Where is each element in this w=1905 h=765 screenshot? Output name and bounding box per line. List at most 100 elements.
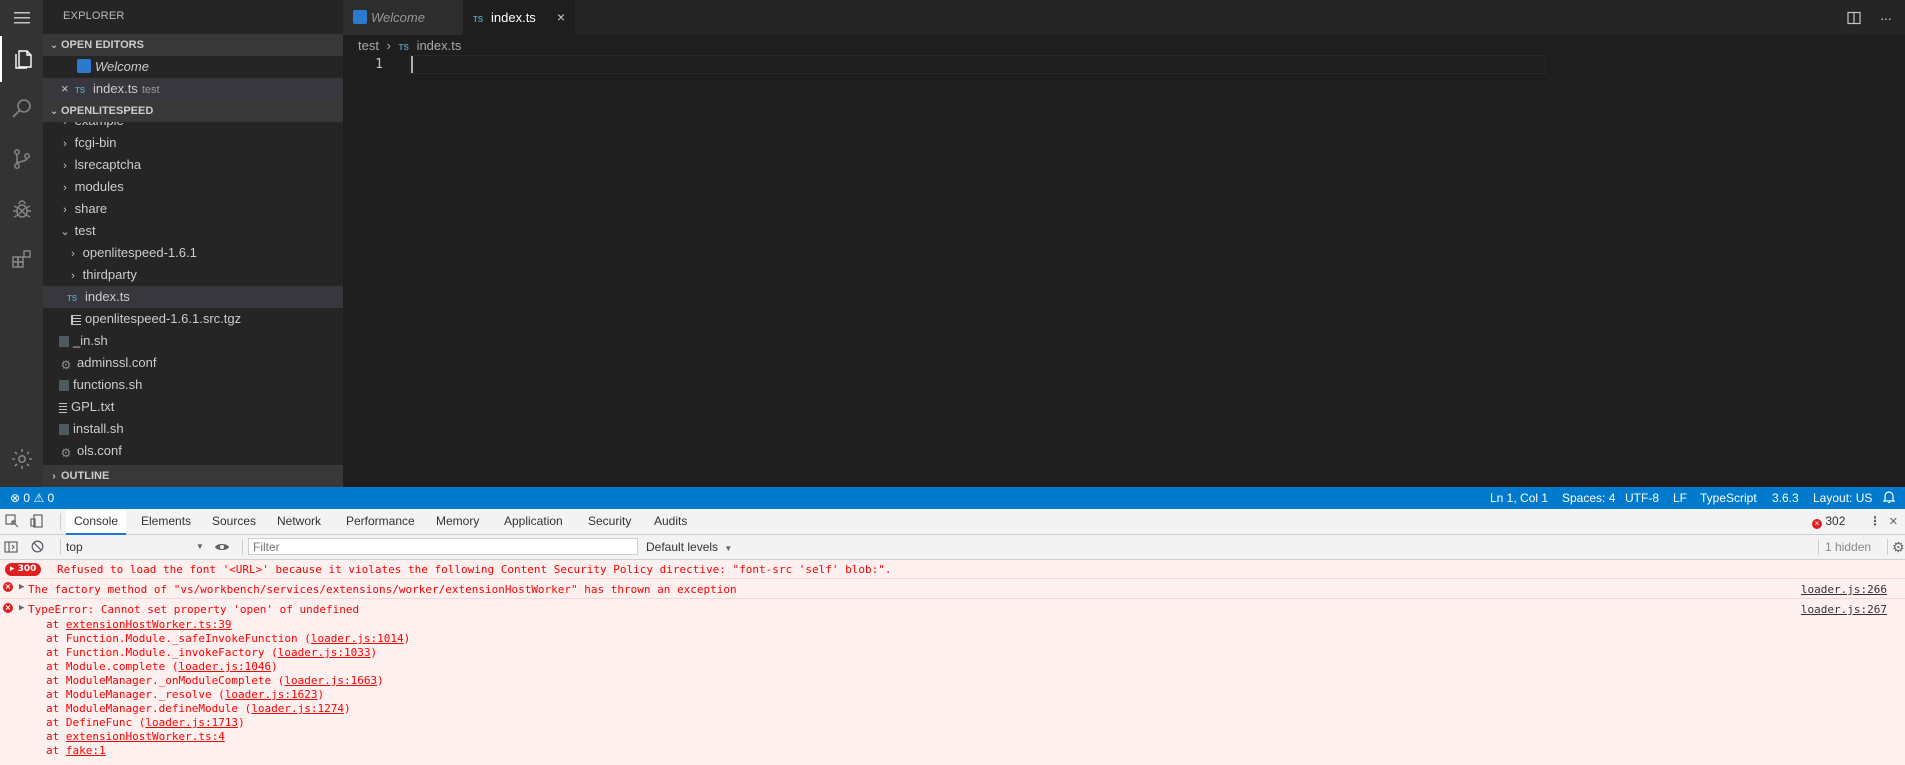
eye-icon[interactable] [214, 535, 230, 559]
tree-item-test[interactable]: ⌄ test [43, 220, 343, 242]
close-icon[interactable]: × [1889, 509, 1898, 534]
tree-item-modules[interactable]: › modules [43, 176, 343, 198]
split-editor-icon[interactable] [1846, 0, 1862, 35]
error-icon: × [3, 603, 13, 613]
source-link[interactable]: loader.js:267 [1801, 603, 1887, 616]
tree-item-adminssl-conf[interactable]: ⚙ adminssl.conf [43, 352, 343, 374]
stack-link[interactable]: extensionHostWorker.ts:4 [66, 730, 225, 743]
expand-arrow-icon[interactable]: ▶ [19, 603, 24, 613]
stack-link[interactable]: loader.js:1046 [178, 660, 271, 673]
more-vertical-icon[interactable]: ⋮ [1869, 509, 1881, 534]
error-count[interactable]: × 302 [1812, 509, 1845, 534]
message-text: Refused to load the font '<URL>' because… [57, 563, 892, 576]
vscode-welcome-icon [353, 10, 367, 24]
gear-icon: ⚙ [60, 358, 72, 372]
tab-console[interactable]: Console [66, 509, 126, 535]
end-of-line[interactable]: LF [1673, 487, 1687, 509]
open-editors-header[interactable]: ⌄ OPEN EDITORS [43, 34, 343, 56]
bell-icon[interactable] [1882, 487, 1896, 509]
tab-memory[interactable]: Memory [436, 509, 479, 534]
stack-link[interactable]: loader.js:1014 [311, 632, 404, 645]
toolbar-divider [242, 539, 243, 555]
message-text: The factory method of "vs/workbench/serv… [28, 583, 737, 596]
tab-network[interactable]: Network [277, 509, 321, 534]
filter-input[interactable] [248, 538, 638, 555]
tree-item-in-sh[interactable]: _in.sh [43, 330, 343, 352]
inspect-element-icon[interactable] [5, 509, 19, 534]
breadcrumb-file[interactable]: index.ts [417, 38, 462, 53]
extensions-icon[interactable] [0, 236, 43, 282]
shell-file-icon [59, 336, 69, 347]
explorer-sidebar: EXPLORER ⌄ OPEN EDITORS Welcome × TS index.… [43, 0, 343, 487]
toolbar-divider [1887, 539, 1888, 555]
tree-item-gpl-txt[interactable]: GPL.txt [43, 396, 343, 418]
message-text: TypeError: Cannot set property 'open' of… [28, 603, 360, 616]
breadcrumb-folder[interactable]: test [358, 38, 379, 53]
files-icon[interactable] [0, 36, 43, 82]
gear-icon[interactable]: ⚙ [1892, 535, 1905, 559]
tree-item-openlitespeed-src-tgz[interactable]: openlitespeed-1.6.1.src.tgz [43, 308, 343, 330]
tab-security[interactable]: Security [588, 509, 631, 534]
sidebar-title: EXPLORER [63, 10, 125, 22]
tree-item-fcgi-bin[interactable]: › fcgi-bin [43, 132, 343, 154]
open-editor-welcome[interactable]: Welcome [43, 56, 343, 78]
stack-link[interactable]: fake:1 [66, 744, 106, 757]
context-select[interactable]: top ▼ [66, 535, 206, 559]
open-editor-index-ts[interactable]: × TS index.ts test [43, 78, 343, 100]
tree-item-thirdparty[interactable]: › thirdparty [43, 264, 343, 286]
problems-indicator[interactable]: ⊗ 0 ⚠ 0 [10, 487, 54, 509]
dropdown-arrow-icon: ▼ [196, 542, 204, 551]
stack-link[interactable]: loader.js:1274 [251, 702, 344, 715]
typescript-version[interactable]: 3.6.3 [1772, 487, 1799, 509]
stack-link[interactable]: loader.js:1623 [225, 688, 318, 701]
error-icon: × [1812, 519, 1822, 529]
menu-icon[interactable] [0, 0, 43, 36]
code-editor[interactable]: 1 [343, 55, 1905, 487]
debug-icon[interactable] [0, 186, 43, 232]
tree-item-functions-sh[interactable]: functions.sh [43, 374, 343, 396]
chevron-down-icon: ⌄ [49, 106, 59, 117]
source-control-icon[interactable] [0, 136, 43, 182]
encoding[interactable]: UTF-8 [1625, 487, 1659, 509]
outline-header[interactable]: › OUTLINE [43, 465, 343, 487]
stack-link[interactable]: loader.js:1713 [145, 716, 238, 729]
show-sidebar-icon[interactable] [4, 535, 18, 559]
tree-item-openlitespeed-1-6-1[interactable]: › openlitespeed-1.6.1 [43, 242, 343, 264]
tab-index-ts[interactable]: TS index.ts × [463, 0, 575, 35]
tab-audits[interactable]: Audits [654, 509, 687, 534]
expand-arrow-icon[interactable]: ▶ [19, 582, 24, 592]
tab-welcome[interactable]: Welcome [343, 0, 463, 35]
close-icon[interactable]: × [557, 0, 565, 35]
tree-item-lsrecaptcha[interactable]: › lsrecaptcha [43, 154, 343, 176]
typescript-file-icon: TS [67, 294, 78, 303]
openlitespeed-folder-header[interactable]: ⌄ OPENLITESPEED [43, 100, 343, 122]
indentation[interactable]: Spaces: 4 [1562, 487, 1615, 509]
tree-item-ols-conf[interactable]: ⚙ ols.conf [43, 440, 343, 462]
tree-item-example[interactable]: › example [43, 122, 343, 132]
language-mode[interactable]: TypeScript [1700, 487, 1757, 509]
close-icon[interactable]: × [61, 78, 75, 100]
breadcrumb: test › TS index.ts [358, 36, 461, 56]
error-icon: ⊗ [10, 491, 21, 505]
chevron-right-icon: › [63, 204, 67, 216]
search-icon[interactable] [0, 86, 43, 132]
gear-icon[interactable] [0, 436, 43, 482]
keyboard-layout[interactable]: Layout: US [1813, 487, 1872, 509]
stack-link[interactable]: loader.js:1663 [284, 674, 377, 687]
tree-item-index-ts[interactable]: TS index.ts [43, 286, 343, 308]
log-levels-select[interactable]: Default levels ▼ [646, 535, 732, 559]
device-toolbar-icon[interactable] [30, 509, 44, 534]
tree-item-install-sh[interactable]: install.sh [43, 418, 343, 440]
clear-console-icon[interactable] [31, 535, 44, 559]
more-actions-icon[interactable]: ··· [1880, 0, 1892, 35]
tab-application[interactable]: Application [504, 509, 563, 534]
tab-sources[interactable]: Sources [212, 509, 256, 534]
tree-item-share[interactable]: › share [43, 198, 343, 220]
cursor-position[interactable]: Ln 1, Col 1 [1490, 487, 1548, 509]
source-link[interactable]: loader.js:266 [1801, 583, 1887, 596]
stack-link[interactable]: extensionHostWorker.ts:39 [66, 618, 232, 631]
stack-link[interactable]: loader.js:1033 [278, 646, 371, 659]
tab-performance[interactable]: Performance [346, 509, 415, 534]
tab-elements[interactable]: Elements [141, 509, 191, 534]
toolbar-divider [1818, 539, 1819, 555]
